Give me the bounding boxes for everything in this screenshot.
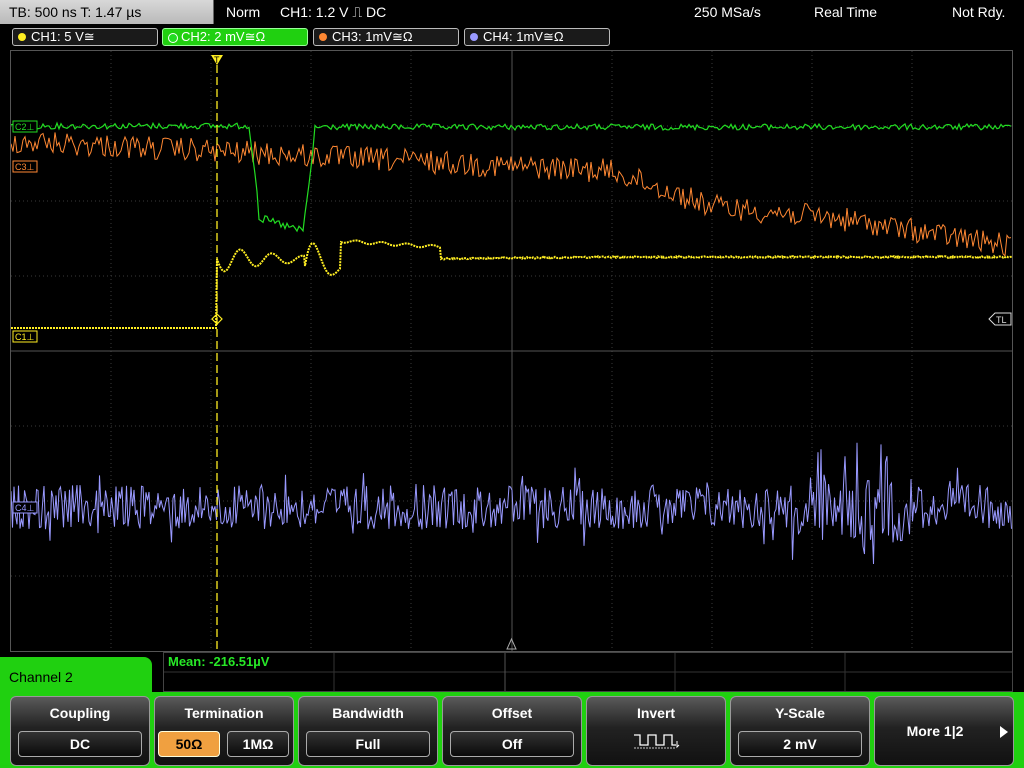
- timebase-readout[interactable]: TB: 500 ns T: 1.47 µs: [0, 0, 214, 24]
- channel-3-trace: [11, 132, 1012, 258]
- bandwidth-softkey[interactable]: Bandwidth Full: [298, 696, 438, 766]
- channel-1-dot-icon: [18, 33, 26, 41]
- channel-2-trace: [11, 121, 1012, 233]
- channel-3-tab[interactable]: CH3: 1mV≅Ω: [313, 28, 459, 46]
- trigger-mode[interactable]: Norm: [226, 0, 260, 24]
- channel-1-label: CH1: 5 V≅: [31, 29, 95, 44]
- ch1-ground-label: C1⊥: [15, 332, 35, 342]
- channel-2-label: CH2: 2 mV≅Ω: [181, 29, 266, 44]
- trigger-position-label: T: [214, 55, 220, 65]
- channel-2-tab[interactable]: CH2: 2 mV≅Ω: [162, 28, 308, 46]
- invert-title: Invert: [636, 705, 676, 721]
- menu-title: Channel 2: [0, 657, 152, 699]
- termination-1mohm-option[interactable]: 1MΩ: [227, 731, 289, 757]
- ch3-ground-marker[interactable]: C3⊥: [12, 160, 38, 173]
- termination-softkey[interactable]: Termination 50Ω 1MΩ: [154, 696, 294, 766]
- trigger-status: Not Rdy.: [952, 4, 1006, 20]
- channel-1-tab[interactable]: CH1: 5 V≅: [12, 28, 158, 46]
- trigger-source[interactable]: CH1: 1.2 V ⎍ DC: [280, 0, 386, 24]
- yscale-softkey[interactable]: Y-Scale 2 mV: [730, 696, 870, 766]
- next-page-arrow-icon: [1000, 726, 1008, 738]
- coupling-title: Coupling: [49, 705, 111, 721]
- ch4-ground-label: C4⊥: [15, 503, 35, 513]
- ch2-ground-label: C2⊥: [15, 122, 35, 132]
- waveform-canvas: T C2⊥ C3⊥ C1⊥ C4⊥ TL: [11, 51, 1012, 651]
- trigger-level-marker[interactable]: TL: [988, 312, 1012, 326]
- measurement-panel: [163, 652, 1013, 692]
- status-bar: TB: 500 ns T: 1.47 µs Norm CH1: 1.2 V ⎍ …: [0, 0, 1024, 26]
- more-label: More 1|2: [906, 723, 964, 739]
- graticule: [11, 51, 1012, 651]
- termination-50ohm-option[interactable]: 50Ω: [158, 731, 220, 757]
- channel-4-label: CH4: 1mV≅Ω: [483, 29, 564, 44]
- measurement-grid: [164, 653, 1012, 691]
- channel-4-tab[interactable]: CH4: 1mV≅Ω: [464, 28, 610, 46]
- ch1-ground-marker[interactable]: C1⊥: [12, 330, 38, 343]
- channel-2-dot-icon: [168, 33, 178, 43]
- waveform-display[interactable]: T C2⊥ C3⊥ C1⊥ C4⊥ TL: [10, 50, 1013, 652]
- bandwidth-value[interactable]: Full: [306, 731, 430, 757]
- channel-3-dot-icon: [319, 33, 327, 41]
- acquisition-mode: Real Time: [814, 4, 878, 20]
- inverted-square-wave-icon: [634, 734, 680, 749]
- coupling-softkey[interactable]: Coupling DC: [10, 696, 150, 766]
- channel-4-dot-icon: [470, 33, 478, 41]
- bandwidth-title: Bandwidth: [332, 705, 404, 721]
- offset-title: Offset: [491, 705, 533, 721]
- offset-value[interactable]: Off: [450, 731, 574, 757]
- termination-title: Termination: [184, 705, 264, 721]
- offset-softkey[interactable]: Offset Off: [442, 696, 582, 766]
- channel-4-trace: [11, 442, 1012, 565]
- yscale-value[interactable]: 2 mV: [738, 731, 862, 757]
- invert-softkey[interactable]: Invert: [586, 696, 726, 766]
- yscale-title: Y-Scale: [775, 705, 825, 721]
- sample-rate: 250 MSa/s: [694, 4, 761, 20]
- ch3-ground-label: C3⊥: [15, 162, 35, 172]
- coupling-value[interactable]: DC: [18, 731, 142, 757]
- mean-measurement: Mean: -216.51µV: [168, 654, 270, 669]
- trigger-level-label: TL: [996, 315, 1007, 325]
- ch2-ground-marker[interactable]: C2⊥: [12, 120, 38, 133]
- ch4-ground-marker[interactable]: C4⊥: [12, 501, 38, 514]
- channel-3-label: CH3: 1mV≅Ω: [332, 29, 413, 44]
- more-softkey[interactable]: More 1|2: [874, 696, 1014, 766]
